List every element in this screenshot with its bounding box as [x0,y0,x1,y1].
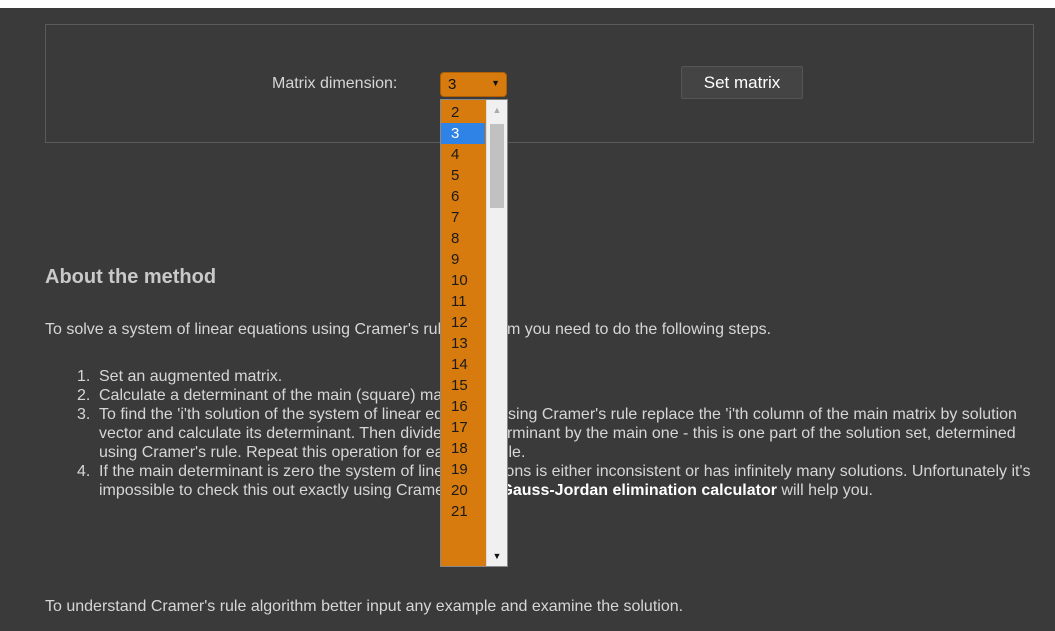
dropdown-option[interactable]: 6 [441,186,485,207]
dropdown-option[interactable]: 16 [441,396,485,417]
dropdown-options: 2 3 4 5 6 7 8 9 10 11 12 13 14 15 16 17 18 19 20 21 [441,102,487,522]
dropdown-scrollbar[interactable]: ▲ ▼ [486,100,507,566]
dropdown-option[interactable]: 2 [441,102,485,123]
dropdown-option[interactable]: 9 [441,249,485,270]
about-heading: About the method [45,266,217,288]
top-strip [0,0,1055,8]
dropdown-option[interactable]: 17 [441,417,485,438]
matrix-dimension-select[interactable]: 3 ▼ [440,72,507,97]
dropdown-option[interactable]: 20 [441,480,485,501]
dropdown-arrow-icon: ▼ [491,78,500,88]
step-number: 4. [77,463,91,480]
dropdown-option[interactable]: 11 [441,291,485,312]
step-text: Set an augmented matrix. [99,368,283,385]
gauss-jordan-link[interactable]: Gauss-Jordan elimination calculator [500,482,777,499]
list-item: 2. Calculate a determinant of the main (s… [77,386,1044,405]
step-text: To find the 'i'th solution of the system… [99,406,1017,461]
scroll-up-icon[interactable]: ▲ [487,100,507,120]
dropdown-option[interactable]: 10 [441,270,485,291]
dropdown-option[interactable]: 15 [441,375,485,396]
selected-dimension-value: 3 [448,76,457,93]
step-number: 3. [77,406,91,423]
dropdown-option[interactable]: 3 [441,123,485,144]
scroll-thumb[interactable] [490,124,504,208]
about-outro: To understand Cramer's rule algorithm be… [45,598,684,615]
about-intro: To solve a system of linear equations us… [45,321,772,338]
step-text-end: will help you. [776,482,873,499]
set-matrix-button[interactable]: Set matrix [681,66,803,99]
matrix-settings-panel [45,24,1034,143]
scroll-down-icon[interactable]: ▼ [487,546,507,566]
step-text: Calculate a determinant of the main (squ… [99,387,469,404]
dropdown-option[interactable]: 13 [441,333,485,354]
dropdown-option[interactable]: 18 [441,438,485,459]
list-item: 4. If the main determinant is zero the sy… [77,462,1044,500]
dropdown-option[interactable]: 12 [441,312,485,333]
step-number: 1. [77,368,91,385]
dropdown-option[interactable]: 21 [441,501,485,522]
dropdown-option[interactable]: 4 [441,144,485,165]
list-item: 1. Set an augmented matrix. [77,367,1044,386]
dropdown-option[interactable]: 14 [441,354,485,375]
dropdown-option[interactable]: 7 [441,207,485,228]
matrix-dimension-label: Matrix dimension: [272,75,398,92]
step-number: 2. [77,387,91,404]
dimension-dropdown-list[interactable]: 2 3 4 5 6 7 8 9 10 11 12 13 14 15 16 17 18 19 20 21 ▲ ▼ [440,99,508,567]
list-item: 3. To find the 'i'th solution of the syst… [77,405,1044,462]
steps-list: 1. Set an augmented matrix. 2. Calculate a… [77,367,1044,500]
dropdown-option[interactable]: 19 [441,459,485,480]
dropdown-option[interactable]: 8 [441,228,485,249]
dropdown-option[interactable]: 5 [441,165,485,186]
